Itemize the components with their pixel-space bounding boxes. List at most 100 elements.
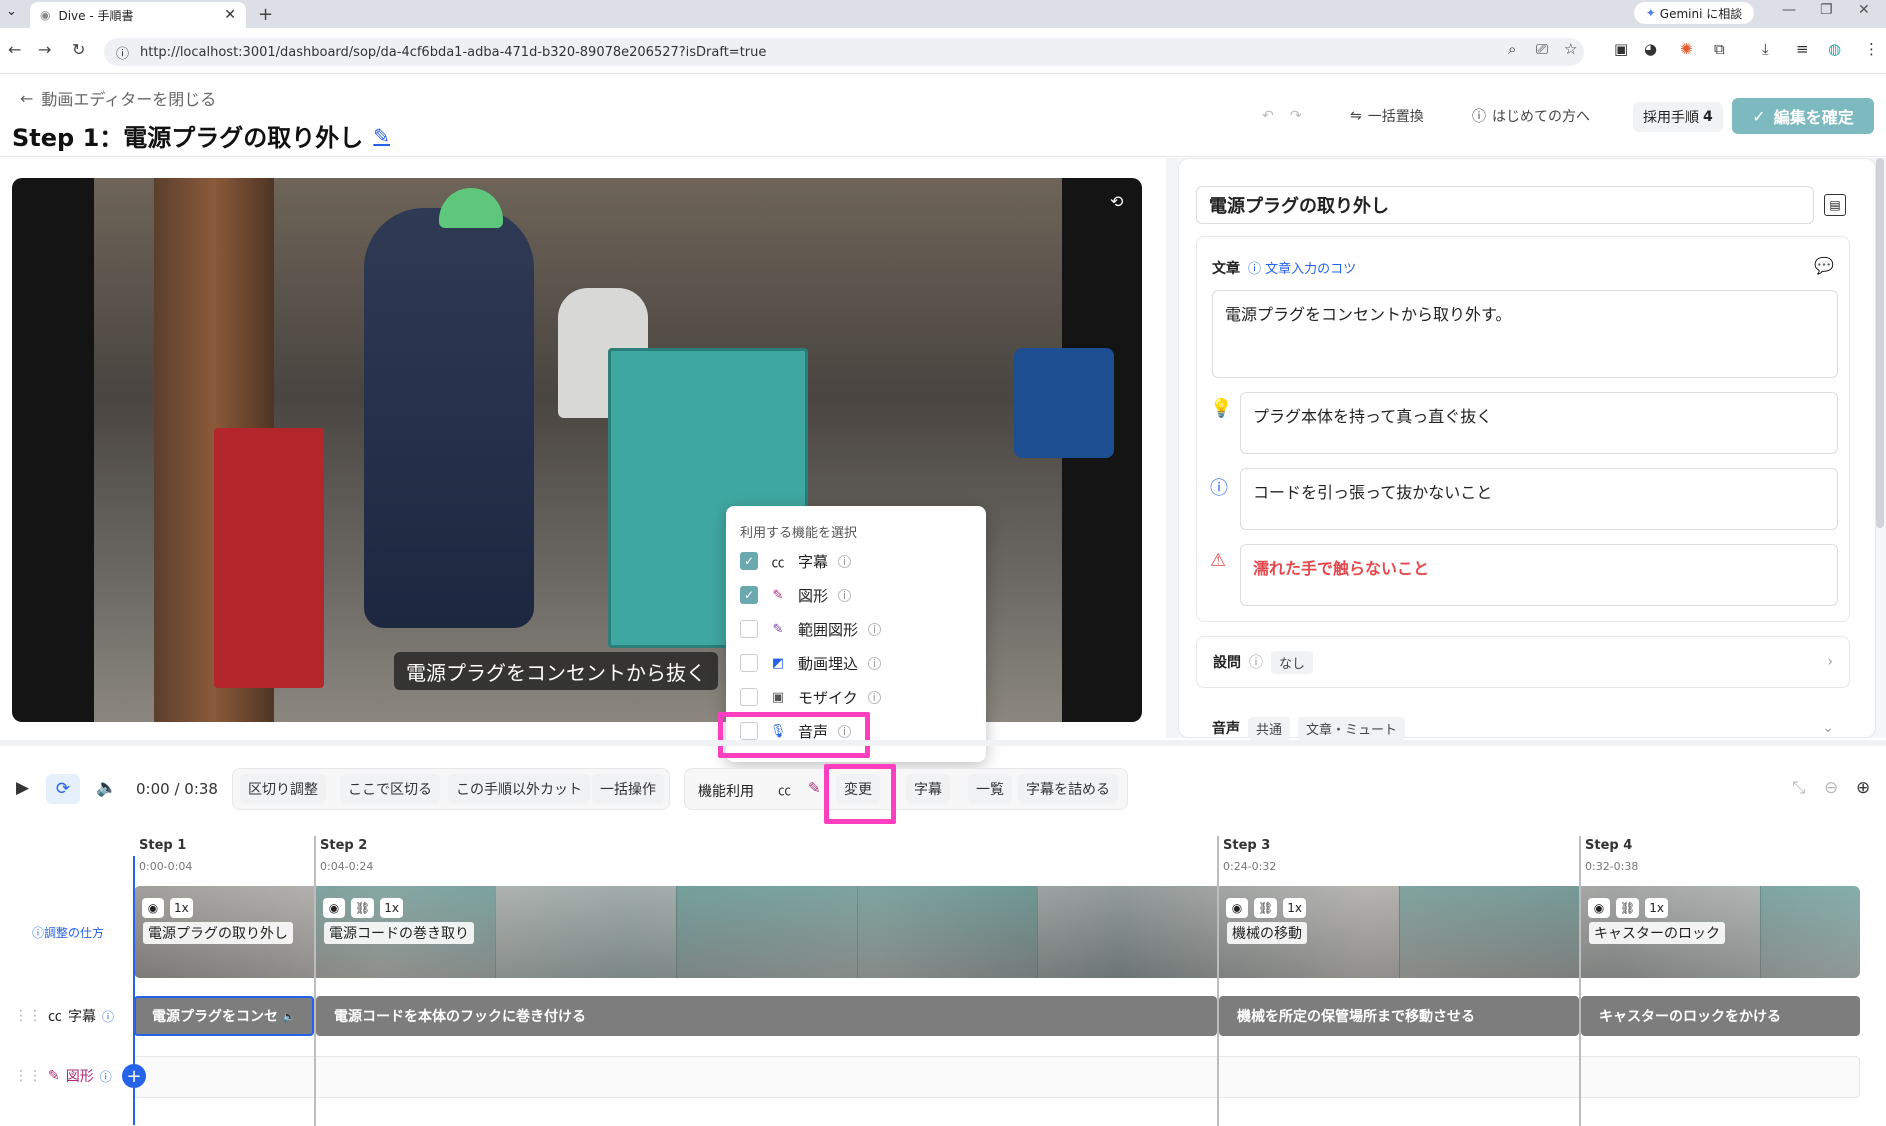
site-info-icon[interactable]: ⓘ bbox=[116, 43, 129, 62]
extension-color-icon[interactable]: ◕ bbox=[1644, 40, 1657, 58]
list-button[interactable]: 一覧 bbox=[968, 774, 1012, 804]
step-divider[interactable] bbox=[1579, 836, 1581, 1126]
bulk-action-button[interactable]: 一括操作 bbox=[592, 774, 664, 804]
option-range-figure[interactable]: ✎ 範囲図形 i bbox=[740, 616, 882, 642]
step-time: 0:24-0:32 bbox=[1223, 860, 1277, 873]
checkbox-figure[interactable]: ✓ bbox=[740, 586, 758, 604]
extension-icon[interactable]: ▣ bbox=[1614, 40, 1628, 58]
collapse-icon[interactable]: ⤡ bbox=[1792, 778, 1806, 798]
comment-icon[interactable]: 💬 bbox=[1814, 256, 1834, 275]
undo-icon[interactable]: ↶ bbox=[1262, 104, 1274, 128]
bookmark-star-icon[interactable]: ☆ bbox=[1564, 40, 1577, 58]
main-text-field[interactable]: 電源プラグをコンセントから取り外す。 bbox=[1212, 290, 1838, 378]
layout-icon[interactable]: ▤ bbox=[1824, 194, 1846, 216]
drag-handle-icon[interactable]: ⋮⋮ bbox=[14, 1068, 42, 1084]
option-subtitle[interactable]: ✓ ㏄ 字幕 i bbox=[740, 548, 852, 574]
question-info-icon[interactable]: ⓘ bbox=[1249, 652, 1263, 672]
option-mosaic[interactable]: ▣ モザイク i bbox=[740, 684, 881, 710]
cast-icon[interactable]: ⎚ bbox=[1536, 40, 1548, 58]
address-bar[interactable]: ⓘ http://localhost:3001/dashboard/sop/da… bbox=[104, 38, 1584, 66]
profile-icon[interactable]: ◍ bbox=[1828, 40, 1841, 58]
getting-started-button[interactable]: ⓘ はじめての方へ bbox=[1472, 104, 1590, 128]
confirm-edit-button[interactable]: ✓ 編集を確定 bbox=[1732, 98, 1874, 134]
drag-handle-icon[interactable]: ⋮⋮ bbox=[14, 1008, 42, 1024]
close-tab-icon[interactable]: ✕ bbox=[224, 7, 236, 23]
link-icon[interactable]: ⛓ bbox=[1254, 898, 1278, 918]
info-icon[interactable]: i bbox=[868, 656, 882, 670]
download-icon[interactable]: ⤓ bbox=[1762, 40, 1769, 58]
option-embed[interactable]: ◩ 動画埋込 i bbox=[740, 650, 882, 676]
step-divider[interactable] bbox=[1217, 836, 1219, 1126]
checkbox-subtitle[interactable]: ✓ bbox=[740, 552, 758, 570]
option-figure[interactable]: ✓ ✎ 図形 i bbox=[740, 582, 852, 608]
media-icon[interactable]: ≡ bbox=[1796, 40, 1809, 58]
tab-list-icon[interactable]: ⌄ bbox=[6, 4, 17, 19]
rotate-icon[interactable]: ⟲ bbox=[1110, 192, 1123, 211]
loop-icon[interactable]: ⟳ bbox=[46, 774, 80, 804]
panel-scrollbar[interactable] bbox=[1876, 158, 1884, 528]
speed-badge[interactable]: 1x bbox=[1645, 898, 1668, 918]
extension-star-icon[interactable]: ✺ bbox=[1680, 40, 1693, 58]
replace-all-button[interactable]: ⇋ 一括置換 bbox=[1350, 104, 1424, 128]
link-icon[interactable]: ⛓ bbox=[351, 898, 375, 918]
zoom-out-icon[interactable]: ⊖ bbox=[1824, 778, 1838, 798]
info-icon[interactable]: i bbox=[868, 622, 882, 636]
play-icon[interactable]: ▶ bbox=[16, 778, 29, 798]
volume-icon[interactable]: 🔈 bbox=[96, 778, 117, 798]
speed-badge[interactable]: 1x bbox=[1283, 898, 1306, 918]
info-icon[interactable]: i bbox=[867, 690, 881, 704]
add-figure-icon[interactable]: + bbox=[122, 1064, 146, 1088]
info-icon[interactable]: i bbox=[838, 554, 852, 568]
video-subtitle[interactable]: 電源プラグをコンセントから抜く bbox=[394, 652, 718, 690]
split-adjust-button[interactable]: 区切り調整 bbox=[240, 774, 326, 804]
split-here-button[interactable]: ここで区切る bbox=[340, 774, 440, 804]
note-text-field[interactable]: コードを引っ張って抜かないこと bbox=[1240, 468, 1838, 530]
new-tab-icon[interactable]: + bbox=[258, 4, 273, 25]
figure-track[interactable] bbox=[134, 1056, 1860, 1098]
reload-icon[interactable]: ↻ bbox=[72, 40, 85, 59]
link-icon[interactable]: ⛓ bbox=[1616, 898, 1640, 918]
close-window-icon[interactable]: ✕ bbox=[1858, 2, 1870, 18]
forward-icon[interactable]: → bbox=[38, 40, 51, 59]
eye-icon[interactable]: ◉ bbox=[142, 898, 164, 918]
adopted-steps-badge[interactable]: 採用手順 4 bbox=[1633, 102, 1723, 132]
close-editor-link[interactable]: ← 動画エディターを閉じる bbox=[20, 86, 216, 110]
checkbox-embed[interactable] bbox=[740, 654, 758, 672]
minimize-icon[interactable]: — bbox=[1782, 2, 1796, 18]
redo-icon[interactable]: ↷ bbox=[1290, 104, 1302, 128]
eye-icon[interactable]: ◉ bbox=[1226, 898, 1248, 918]
question-section[interactable]: 設問 ⓘ なし › bbox=[1196, 636, 1850, 688]
back-icon[interactable]: ← bbox=[8, 40, 21, 59]
step-title-input[interactable]: 電源プラグの取り外し bbox=[1196, 186, 1814, 224]
tip-text-field[interactable]: プラグ本体を持って真っ直ぐ抜く bbox=[1240, 392, 1838, 454]
info-icon[interactable]: i bbox=[838, 588, 852, 602]
zoom-icon[interactable]: ⌕ bbox=[1508, 40, 1516, 58]
puzzle-icon[interactable]: ⧉ bbox=[1714, 40, 1725, 58]
maximize-icon[interactable]: ❐ bbox=[1820, 2, 1833, 18]
panel-splitter[interactable] bbox=[1166, 158, 1178, 738]
browser-tab[interactable]: ◉ Dive - 手順書 ✕ bbox=[30, 2, 246, 28]
question-icon[interactable]: ⓘ bbox=[100, 1068, 112, 1085]
cut-others-button[interactable]: この手順以外カット bbox=[448, 774, 590, 804]
speed-badge[interactable]: 1x bbox=[380, 898, 403, 918]
subtitle-segment[interactable]: キャスターのロックをかける bbox=[1581, 996, 1860, 1036]
writing-tips-link[interactable]: ⓘ 文章入力のコツ bbox=[1248, 258, 1356, 277]
checkbox-mosaic[interactable] bbox=[740, 688, 758, 706]
edit-pencil-icon[interactable]: ✎ bbox=[373, 124, 390, 148]
howto-link[interactable]: ⓘ調整の仕方 bbox=[32, 924, 104, 941]
question-icon[interactable]: ⓘ bbox=[102, 1008, 114, 1025]
warning-text-field[interactable]: 濡れた手で触らないこと bbox=[1240, 544, 1838, 606]
subtitles-button[interactable]: 字幕 bbox=[906, 774, 950, 804]
eye-icon[interactable]: ◉ bbox=[323, 898, 345, 918]
subtitle-segment[interactable]: 機械を所定の保管場所まで移動させる bbox=[1219, 996, 1579, 1036]
eye-icon[interactable]: ◉ bbox=[1588, 898, 1610, 918]
zoom-in-icon[interactable]: ⊕ bbox=[1856, 778, 1870, 798]
menu-icon[interactable]: ⋮ bbox=[1864, 40, 1879, 58]
subtitle-segment[interactable]: 電源コードを本体のフックに巻き付ける bbox=[316, 996, 1217, 1036]
step-divider[interactable] bbox=[314, 836, 316, 1126]
gemini-button[interactable]: ✦ Gemini に相談 bbox=[1634, 2, 1754, 24]
pack-subtitles-button[interactable]: 字幕を詰める bbox=[1018, 774, 1118, 804]
audio-section[interactable]: 音声 共通 文章・ミュート ⌄ bbox=[1196, 716, 1850, 740]
checkbox-range-figure[interactable] bbox=[740, 620, 758, 638]
speed-badge[interactable]: 1x bbox=[170, 898, 193, 918]
